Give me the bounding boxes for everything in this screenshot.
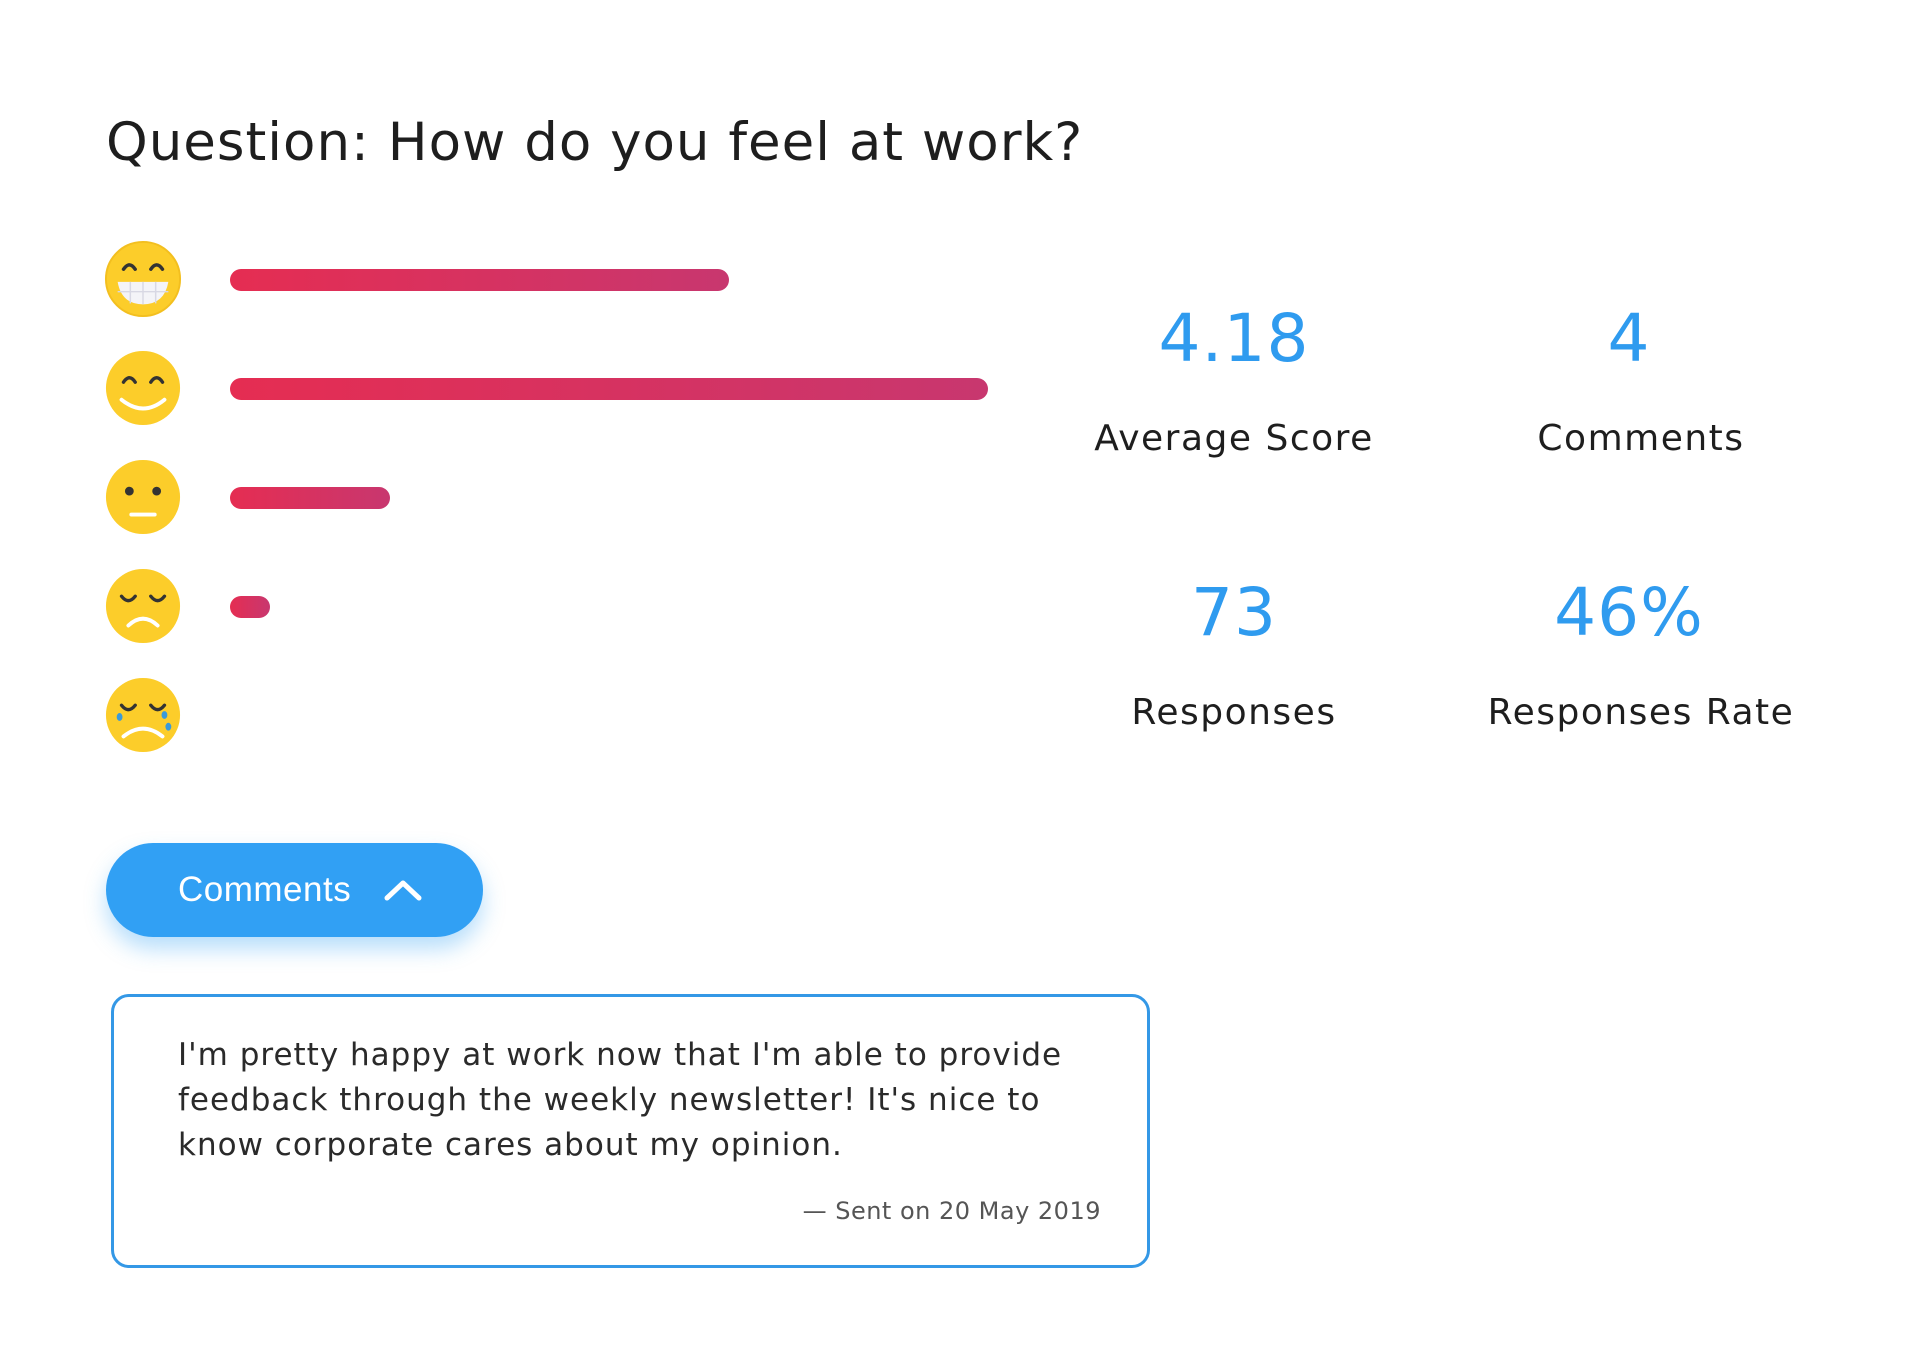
stat-average-score: 4.18 Average Score (1054, 300, 1414, 460)
stat-label: Average Score (1094, 418, 1374, 459)
comment-date: — Sent on 20 May 2019 (802, 1197, 1101, 1225)
grinning-face-icon (104, 240, 182, 318)
bar-sad (230, 596, 270, 618)
crying-face-icon (105, 677, 181, 753)
question-title: Question: How do you feel at work? (106, 112, 1084, 173)
stat-value: 4 (1607, 300, 1651, 377)
stat-value: 73 (1191, 574, 1277, 651)
smiling-face-icon (105, 350, 181, 426)
stat-responses: 73 Responses (1054, 574, 1414, 734)
bar-happy (230, 378, 988, 400)
stat-value: 4.18 (1158, 300, 1310, 377)
comment-text: I'm pretty happy at work now that I'm ab… (178, 1037, 1063, 1163)
comment-card: I'm pretty happy at work now that I'm ab… (111, 994, 1150, 1268)
stat-value: 46% (1554, 574, 1704, 651)
comments-toggle-button[interactable]: Comments (106, 843, 483, 937)
stat-label: Responses Rate (1487, 692, 1795, 733)
stat-comments: 4 Comments (1461, 306, 1821, 460)
sad-face-icon (105, 568, 181, 644)
bar-neutral (230, 487, 390, 509)
stat-response-rate: 46% Responses Rate (1461, 580, 1821, 734)
neutral-face-icon (105, 459, 181, 535)
stat-label: Responses (1131, 692, 1337, 733)
bar-very-happy (230, 269, 729, 291)
comments-button-label: Comments (178, 870, 352, 909)
stat-label: Comments (1537, 418, 1745, 459)
chevron-up-icon (384, 880, 422, 901)
